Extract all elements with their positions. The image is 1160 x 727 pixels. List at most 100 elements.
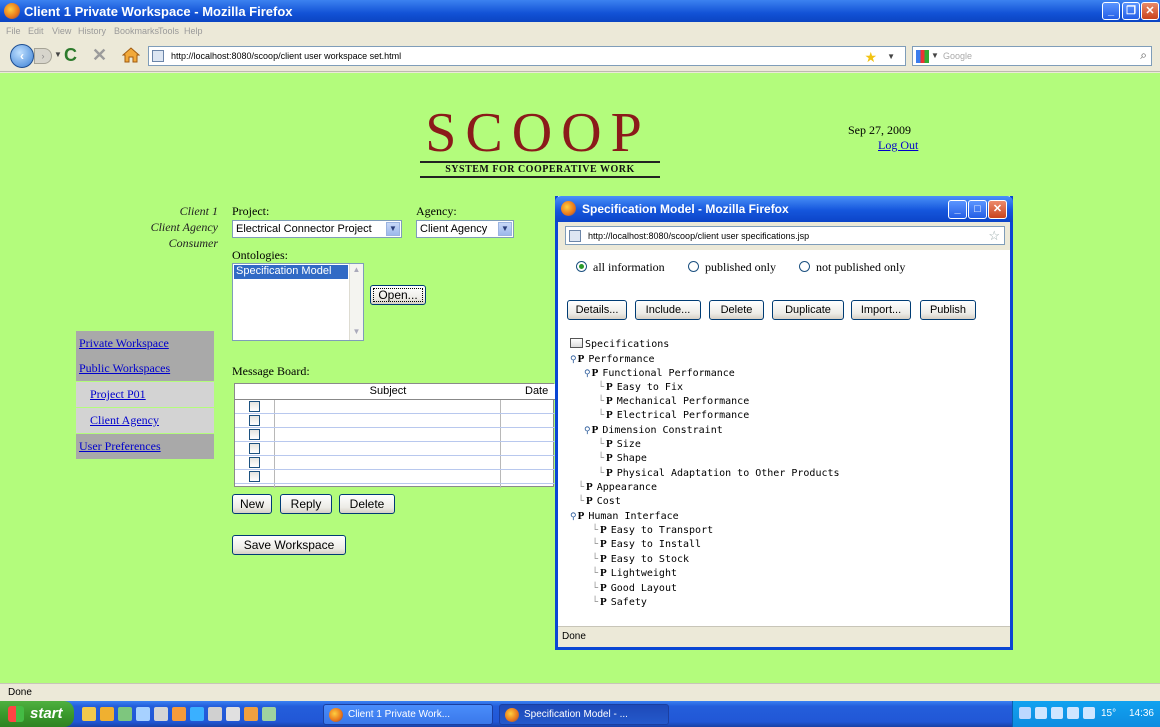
logout-link[interactable]: Log Out bbox=[878, 138, 918, 153]
radio-selected-icon[interactable] bbox=[576, 261, 587, 272]
project-select[interactable]: Electrical Connector Project ▼ bbox=[232, 220, 402, 238]
radio-unselected-icon[interactable] bbox=[688, 261, 699, 272]
tree-node-mechanical-performance[interactable]: └ P Mechanical Performance bbox=[598, 394, 749, 408]
row-checkbox[interactable] bbox=[249, 443, 260, 454]
ontology-option-specification-model[interactable]: Specification Model bbox=[234, 265, 348, 279]
radio-unselected-icon[interactable] bbox=[799, 261, 810, 272]
menu-bookmarks[interactable]: Bookmarks bbox=[114, 26, 159, 36]
stop-icon[interactable]: ✕ bbox=[92, 45, 107, 66]
row-checkbox[interactable] bbox=[249, 471, 260, 482]
popup-minimize-button[interactable]: _ bbox=[948, 200, 967, 219]
table-row[interactable] bbox=[235, 414, 555, 428]
tree-node-easy-to-transport[interactable]: └ P Easy to Transport bbox=[592, 523, 713, 537]
close-button[interactable]: ✕ bbox=[1141, 2, 1159, 20]
bookmark-star-icon[interactable]: ☆ bbox=[988, 228, 1000, 244]
google-icon[interactable] bbox=[916, 50, 929, 63]
quicklaunch-ie-icon[interactable] bbox=[82, 707, 96, 721]
row-checkbox[interactable] bbox=[249, 401, 260, 412]
tree-node-performance[interactable]: ⚲P Performance bbox=[570, 352, 655, 366]
duplicate-button[interactable]: Duplicate bbox=[772, 300, 844, 320]
menu-history[interactable]: History bbox=[78, 26, 106, 36]
quicklaunch-folder-icon[interactable] bbox=[100, 707, 114, 721]
expand-toggle-icon[interactable]: ⚲ bbox=[570, 512, 577, 522]
popup-url-bar[interactable]: http://localhost:8080/scoop/client user … bbox=[565, 226, 1005, 245]
quicklaunch-app-icon[interactable] bbox=[226, 707, 240, 721]
tree-node-functional-performance[interactable]: ⚲P Functional Performance bbox=[584, 366, 735, 380]
row-checkbox[interactable] bbox=[249, 415, 260, 426]
menu-tools[interactable]: Tools bbox=[158, 26, 179, 36]
minimize-button[interactable]: _ bbox=[1102, 2, 1120, 20]
forward-button[interactable]: › bbox=[34, 48, 52, 64]
menu-view[interactable]: View bbox=[52, 26, 71, 36]
import-button[interactable]: Import... bbox=[851, 300, 911, 320]
menu-file[interactable]: File bbox=[6, 26, 21, 36]
home-icon[interactable] bbox=[122, 46, 140, 64]
url-bar[interactable]: http://localhost:8080/scoop/client user … bbox=[148, 46, 906, 66]
tree-node-appearance[interactable]: └ P Appearance bbox=[578, 480, 657, 494]
tree-node-good-layout[interactable]: └ P Good Layout bbox=[592, 581, 677, 595]
quicklaunch-app-icon[interactable] bbox=[154, 707, 168, 721]
details-button[interactable]: Details... bbox=[567, 300, 627, 320]
nav-project-p01[interactable]: Project P01 bbox=[76, 382, 214, 407]
row-checkbox[interactable] bbox=[249, 429, 260, 440]
expand-toggle-icon[interactable]: ⚲ bbox=[584, 369, 591, 379]
quicklaunch-app-icon[interactable] bbox=[262, 707, 276, 721]
nav-user-preferences[interactable]: User Preferences bbox=[76, 434, 214, 459]
new-message-button[interactable]: New bbox=[232, 494, 272, 514]
delete-spec-button[interactable]: Delete bbox=[709, 300, 764, 320]
tray-arrow-icon[interactable] bbox=[1019, 707, 1031, 719]
tree-node-safety[interactable]: └ P Safety bbox=[592, 595, 647, 609]
expand-toggle-icon[interactable]: ⚲ bbox=[584, 426, 591, 436]
quicklaunch-app-icon[interactable] bbox=[208, 707, 222, 721]
table-row[interactable] bbox=[235, 456, 555, 470]
quicklaunch-app-icon[interactable] bbox=[136, 707, 150, 721]
bookmark-star-icon[interactable]: ★ bbox=[864, 49, 877, 66]
radio-not-published-only[interactable]: not published only bbox=[799, 260, 905, 275]
radio-all-information[interactable]: all information bbox=[576, 260, 665, 275]
table-row[interactable] bbox=[235, 442, 555, 456]
menu-help[interactable]: Help bbox=[184, 26, 203, 36]
tray-app-icon[interactable] bbox=[1067, 707, 1079, 719]
popup-maximize-button[interactable]: □ bbox=[968, 200, 987, 219]
table-row[interactable] bbox=[235, 428, 555, 442]
tree-node-easy-to-install[interactable]: └ P Easy to Install bbox=[592, 537, 701, 551]
quicklaunch-app-icon[interactable] bbox=[118, 707, 132, 721]
tree-node-dimension-constraint[interactable]: ⚲P Dimension Constraint bbox=[584, 423, 723, 437]
tray-volume-icon[interactable] bbox=[1051, 707, 1063, 719]
expand-toggle-icon[interactable]: ⚲ bbox=[570, 355, 577, 365]
scroll-up-icon[interactable]: ▲ bbox=[351, 265, 362, 277]
tree-node-human-interface[interactable]: ⚲P Human Interface bbox=[570, 509, 679, 523]
nav-public-workspaces[interactable]: Public Workspaces bbox=[76, 356, 214, 381]
table-row[interactable] bbox=[235, 470, 555, 484]
radio-published-only[interactable]: published only bbox=[688, 260, 776, 275]
tree-node-cost[interactable]: └ P Cost bbox=[578, 494, 621, 508]
start-button[interactable]: start bbox=[0, 701, 74, 727]
column-header-subject[interactable]: Subject bbox=[275, 385, 501, 397]
scroll-down-icon[interactable]: ▼ bbox=[351, 327, 362, 339]
search-engine-dropdown-icon[interactable]: ▼ bbox=[931, 51, 939, 60]
tree-node-electrical-performance[interactable]: └ P Electrical Performance bbox=[598, 408, 749, 422]
table-row[interactable] bbox=[235, 400, 555, 414]
nav-client-agency[interactable]: Client Agency bbox=[76, 408, 214, 433]
tray-app-icon[interactable] bbox=[1083, 707, 1095, 719]
tree-node-physical-adaptation[interactable]: └ P Physical Adaptation to Other Products bbox=[598, 466, 840, 480]
row-checkbox[interactable] bbox=[249, 457, 260, 468]
listbox-scrollbar[interactable]: ▲ ▼ bbox=[349, 264, 363, 340]
tree-node-shape[interactable]: └ P Shape bbox=[598, 451, 647, 465]
taskbar-task-specification-model[interactable]: Specification Model - ... bbox=[499, 704, 669, 725]
search-icon[interactable]: ⌕ bbox=[1140, 48, 1147, 63]
tree-node-lightweight[interactable]: └ P Lightweight bbox=[592, 566, 677, 580]
tray-network-icon[interactable] bbox=[1035, 707, 1047, 719]
column-header-date[interactable]: Date bbox=[525, 385, 548, 397]
delete-message-button[interactable]: Delete bbox=[339, 494, 395, 514]
tree-node-specifications[interactable]: Specifications bbox=[570, 338, 669, 352]
open-button[interactable]: Open... bbox=[370, 285, 426, 305]
tree-node-size[interactable]: └ P Size bbox=[598, 437, 641, 451]
taskbar-task-client-workspace[interactable]: Client 1 Private Work... bbox=[323, 704, 493, 725]
tree-node-easy-to-fix[interactable]: └ P Easy to Fix bbox=[598, 380, 683, 394]
maximize-button[interactable]: ❐ bbox=[1122, 2, 1140, 20]
popup-close-button[interactable]: ✕ bbox=[988, 200, 1007, 219]
menu-edit[interactable]: Edit bbox=[28, 26, 44, 36]
reply-button[interactable]: Reply bbox=[280, 494, 332, 514]
url-dropdown-icon[interactable]: ▼ bbox=[887, 52, 895, 61]
